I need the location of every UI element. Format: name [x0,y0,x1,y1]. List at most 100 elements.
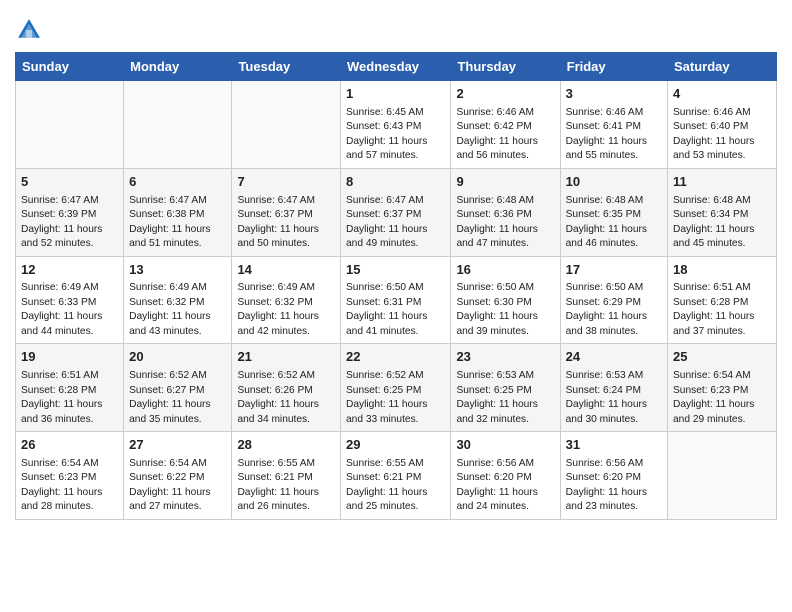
day-number: 4 [673,85,771,104]
day-number: 22 [346,348,445,367]
day-info: Sunrise: 6:47 AMSunset: 6:37 PMDaylight:… [346,194,445,252]
calendar-cell: 3Sunrise: 6:46 AMSunset: 6:41 PMDaylight… [560,81,667,169]
day-info: Sunrise: 6:47 AMSunset: 6:39 PMDaylight:… [21,194,118,252]
weekday-header-thursday: Thursday [451,53,560,81]
logo [15,10,47,44]
day-number: 25 [673,348,771,367]
day-number: 21 [237,348,335,367]
calendar-cell: 4 Sunrise: 6:46 AMSunset: 6:40 PMDaylight… [668,81,777,169]
day-number: 23 [456,348,554,367]
day-info: Sunrise: 6:53 AMSunset: 6:25 PMDaylight:… [456,369,554,427]
weekday-header-monday: Monday [124,53,232,81]
weekday-header-friday: Friday [560,53,667,81]
calendar-cell: 10Sunrise: 6:48 AMSunset: 6:35 PMDayligh… [560,168,667,256]
calendar-cell: 14Sunrise: 6:49 AMSunset: 6:32 PMDayligh… [232,256,341,344]
calendar-cell: 1Sunrise: 6:45 AMSunset: 6:43 PMDaylight… [341,81,451,169]
day-info: Sunrise: 6:51 AMSunset: 6:28 PMDaylight:… [673,281,771,339]
day-info: Sunrise: 6:52 AMSunset: 6:27 PMDaylight:… [129,369,226,427]
day-number: 2 [456,85,554,104]
day-number: 16 [456,261,554,280]
day-number: 24 [566,348,662,367]
day-number: 20 [129,348,226,367]
calendar-cell: 24 Sunrise: 6:53 AMSunset: 6:24 PMDayligh… [560,344,667,432]
day-info: Sunrise: 6:46 AMSunset: 6:42 PMDaylight:… [456,106,554,164]
calendar-cell: 20 Sunrise: 6:52 AMSunset: 6:27 PMDayligh… [124,344,232,432]
day-info: Sunrise: 6:47 AMSunset: 6:37 PMDaylight:… [237,194,335,252]
day-number: 30 [456,436,554,455]
calendar-cell [668,432,777,520]
day-number: 12 [21,261,118,280]
weekday-header-row: SundayMondayTuesdayWednesdayThursdayFrid… [16,53,777,81]
day-info: Sunrise: 6:54 AMSunset: 6:22 PMDaylight:… [129,457,226,515]
week-row-0: 1Sunrise: 6:45 AMSunset: 6:43 PMDaylight… [16,81,777,169]
day-info: Sunrise: 6:52 AMSunset: 6:26 PMDaylight:… [237,369,335,427]
day-number: 17 [566,261,662,280]
weekday-header-tuesday: Tuesday [232,53,341,81]
day-info: Sunrise: 6:56 AMSunset: 6:20 PMDaylight:… [566,457,662,515]
week-row-4: 26Sunrise: 6:54 AMSunset: 6:23 PMDayligh… [16,432,777,520]
day-number: 15 [346,261,445,280]
logo-icon [15,16,43,44]
day-info: Sunrise: 6:50 AMSunset: 6:31 PMDaylight:… [346,281,445,339]
calendar-cell: 15Sunrise: 6:50 AMSunset: 6:31 PMDayligh… [341,256,451,344]
day-number: 29 [346,436,445,455]
calendar-cell: 9Sunrise: 6:48 AMSunset: 6:36 PMDaylight… [451,168,560,256]
day-info: Sunrise: 6:53 AMSunset: 6:24 PMDaylight:… [566,369,662,427]
calendar-cell: 16Sunrise: 6:50 AMSunset: 6:30 PMDayligh… [451,256,560,344]
weekday-header-saturday: Saturday [668,53,777,81]
day-info: Sunrise: 6:49 AMSunset: 6:32 PMDaylight:… [237,281,335,339]
day-info: Sunrise: 6:48 AMSunset: 6:35 PMDaylight:… [566,194,662,252]
header [15,10,777,44]
day-info: Sunrise: 6:47 AMSunset: 6:38 PMDaylight:… [129,194,226,252]
day-info: Sunrise: 6:52 AMSunset: 6:25 PMDaylight:… [346,369,445,427]
weekday-header-sunday: Sunday [16,53,124,81]
day-info: Sunrise: 6:50 AMSunset: 6:29 PMDaylight:… [566,281,662,339]
day-number: 6 [129,173,226,192]
week-row-3: 19 Sunrise: 6:51 AMSunset: 6:28 PMDayligh… [16,344,777,432]
calendar-cell: 21 Sunrise: 6:52 AMSunset: 6:26 PMDayligh… [232,344,341,432]
calendar-cell: 7 Sunrise: 6:47 AMSunset: 6:37 PMDaylight… [232,168,341,256]
day-number: 27 [129,436,226,455]
day-number: 11 [673,173,771,192]
calendar-cell: 30 Sunrise: 6:56 AMSunset: 6:20 PMDayligh… [451,432,560,520]
day-info: Sunrise: 6:50 AMSunset: 6:30 PMDaylight:… [456,281,554,339]
day-number: 31 [566,436,662,455]
calendar-cell: 28Sunrise: 6:55 AMSunset: 6:21 PMDayligh… [232,432,341,520]
weekday-header-wednesday: Wednesday [341,53,451,81]
week-row-2: 12Sunrise: 6:49 AMSunset: 6:33 PMDayligh… [16,256,777,344]
day-info: Sunrise: 6:56 AMSunset: 6:20 PMDaylight:… [456,457,554,515]
day-info: Sunrise: 6:55 AMSunset: 6:21 PMDaylight:… [237,457,335,515]
calendar-cell [232,81,341,169]
calendar-cell: 5 Sunrise: 6:47 AMSunset: 6:39 PMDaylight… [16,168,124,256]
day-number: 13 [129,261,226,280]
day-info: Sunrise: 6:46 AMSunset: 6:40 PMDaylight:… [673,106,771,164]
day-info: Sunrise: 6:51 AMSunset: 6:28 PMDaylight:… [21,369,118,427]
day-number: 19 [21,348,118,367]
day-info: Sunrise: 6:48 AMSunset: 6:36 PMDaylight:… [456,194,554,252]
calendar-cell: 6 Sunrise: 6:47 AMSunset: 6:38 PMDaylight… [124,168,232,256]
calendar-cell: 19 Sunrise: 6:51 AMSunset: 6:28 PMDayligh… [16,344,124,432]
calendar-cell: 22 Sunrise: 6:52 AMSunset: 6:25 PMDayligh… [341,344,451,432]
calendar-cell: 26Sunrise: 6:54 AMSunset: 6:23 PMDayligh… [16,432,124,520]
day-info: Sunrise: 6:48 AMSunset: 6:34 PMDaylight:… [673,194,771,252]
day-info: Sunrise: 6:54 AMSunset: 6:23 PMDaylight:… [673,369,771,427]
calendar-cell [124,81,232,169]
day-number: 8 [346,173,445,192]
day-number: 26 [21,436,118,455]
calendar-cell: 12Sunrise: 6:49 AMSunset: 6:33 PMDayligh… [16,256,124,344]
calendar-cell: 8 Sunrise: 6:47 AMSunset: 6:37 PMDaylight… [341,168,451,256]
calendar-cell: 23 Sunrise: 6:53 AMSunset: 6:25 PMDayligh… [451,344,560,432]
calendar-cell: 13Sunrise: 6:49 AMSunset: 6:32 PMDayligh… [124,256,232,344]
day-info: Sunrise: 6:49 AMSunset: 6:33 PMDaylight:… [21,281,118,339]
day-number: 7 [237,173,335,192]
day-info: Sunrise: 6:46 AMSunset: 6:41 PMDaylight:… [566,106,662,164]
day-number: 1 [346,85,445,104]
day-number: 5 [21,173,118,192]
day-info: Sunrise: 6:49 AMSunset: 6:32 PMDaylight:… [129,281,226,339]
calendar-cell: 18Sunrise: 6:51 AMSunset: 6:28 PMDayligh… [668,256,777,344]
week-row-1: 5 Sunrise: 6:47 AMSunset: 6:39 PMDaylight… [16,168,777,256]
calendar-cell: 17Sunrise: 6:50 AMSunset: 6:29 PMDayligh… [560,256,667,344]
day-number: 14 [237,261,335,280]
page: SundayMondayTuesdayWednesdayThursdayFrid… [0,0,792,612]
calendar-cell: 27 Sunrise: 6:54 AMSunset: 6:22 PMDayligh… [124,432,232,520]
